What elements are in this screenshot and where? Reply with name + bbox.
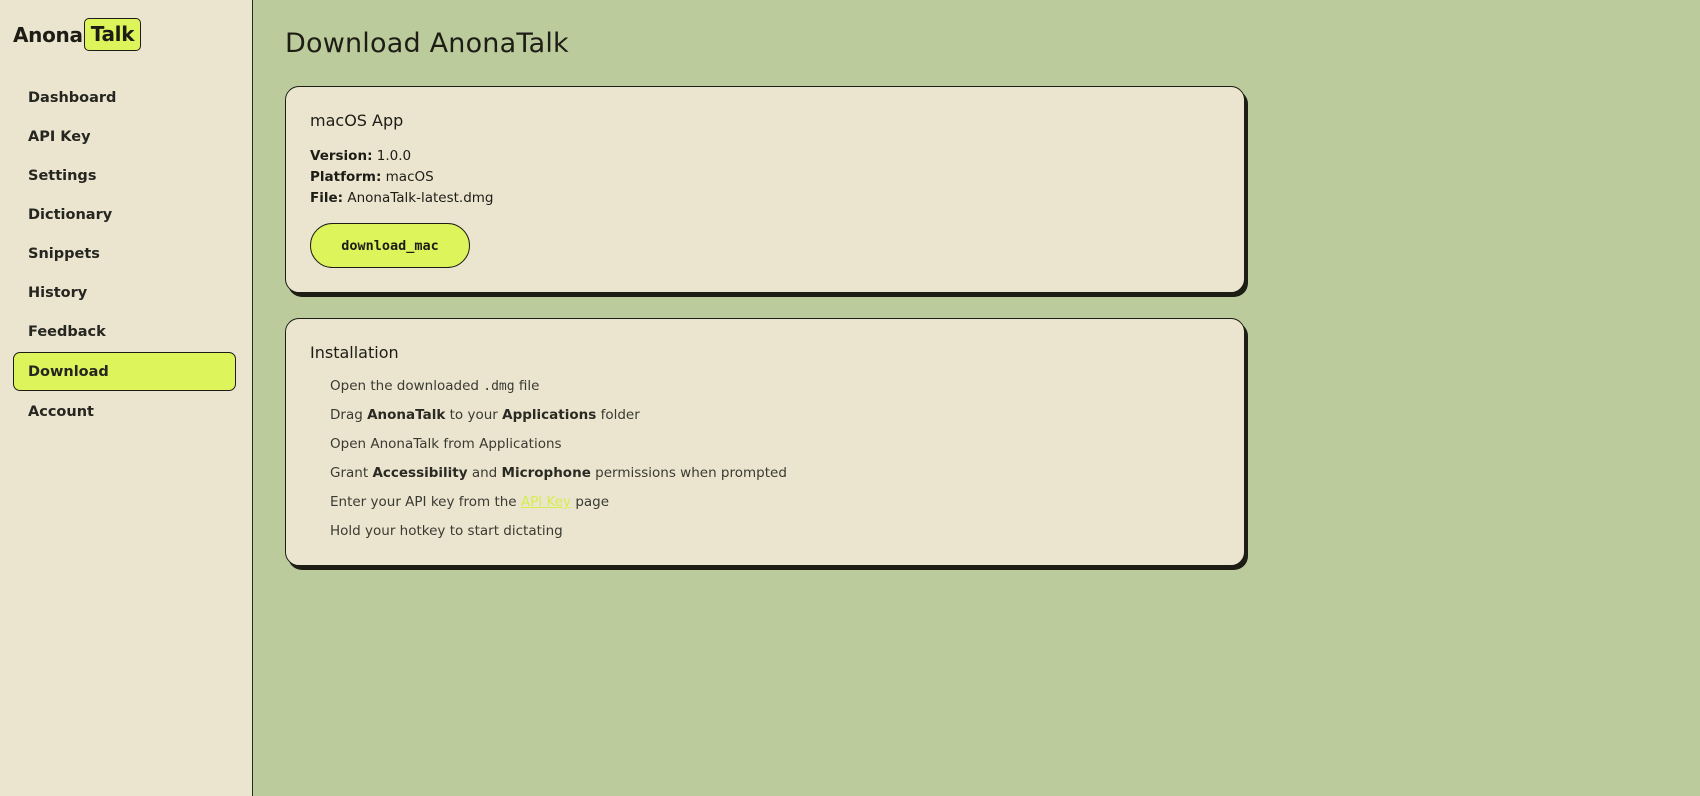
sidebar-item-snippets[interactable]: Snippets: [13, 234, 236, 273]
step-text: Drag: [330, 407, 368, 423]
page-title: Download AnonaTalk: [285, 28, 569, 59]
api-key-link[interactable]: API Key: [521, 494, 571, 510]
step-text: permissions when prompted: [590, 465, 787, 481]
step-text: Hold your hotkey to start dictating: [330, 523, 563, 539]
brand-name-part2: Talk: [83, 18, 142, 51]
platform-row: Platform: macOS: [310, 167, 493, 188]
brand-logo[interactable]: Anona Talk: [13, 18, 142, 51]
sidebar: Anona Talk Dashboard API Key Settings Di…: [0, 0, 253, 796]
step-text: Open the downloaded: [330, 378, 484, 394]
macos-app-card: macOS App Version: 1.0.0 Platform: macOS…: [285, 86, 1245, 293]
step-code: .dmg: [483, 379, 515, 394]
installation-steps: Open the downloaded .dmg file Drag Anona…: [330, 376, 787, 550]
step-text: file: [514, 378, 540, 394]
sidebar-item-history[interactable]: History: [13, 273, 236, 312]
download-mac-button[interactable]: download_mac: [310, 223, 470, 268]
sidebar-item-feedback[interactable]: Feedback: [13, 312, 236, 351]
list-item: Drag AnonaTalk to your Applications fold…: [330, 405, 787, 434]
card-title: macOS App: [310, 111, 404, 130]
version-value: 1.0.0: [376, 148, 412, 164]
step-text: folder: [596, 407, 640, 423]
step-text: and: [467, 465, 502, 481]
platform-label: Platform:: [310, 169, 382, 185]
sidebar-item-account[interactable]: Account: [13, 392, 236, 431]
list-item: Open AnonaTalk from Applications: [330, 434, 787, 463]
brand-name-part1: Anona: [13, 22, 83, 47]
card-title: Installation: [310, 343, 399, 362]
step-text: page: [571, 494, 610, 510]
sidebar-item-dashboard[interactable]: Dashboard: [13, 78, 236, 117]
step-text: to your: [445, 407, 503, 423]
step-emphasis: AnonaTalk: [367, 407, 446, 423]
sidebar-item-settings[interactable]: Settings: [13, 156, 236, 195]
file-label: File:: [310, 190, 344, 206]
file-row: File: AnonaTalk-latest.dmg: [310, 188, 493, 209]
step-emphasis: Applications: [502, 407, 597, 423]
step-text: Grant: [330, 465, 373, 481]
list-item: Enter your API key from the API Key page: [330, 492, 787, 521]
sidebar-item-download[interactable]: Download: [13, 352, 236, 391]
list-item: Open the downloaded .dmg file: [330, 376, 787, 405]
app-info: Version: 1.0.0 Platform: macOS File: Ano…: [310, 146, 493, 209]
platform-value: macOS: [385, 169, 434, 185]
version-label: Version:: [310, 148, 373, 164]
step-emphasis: Accessibility: [372, 465, 468, 481]
list-item: Grant Accessibility and Microphone permi…: [330, 463, 787, 492]
installation-card: Installation Open the downloaded .dmg fi…: [285, 318, 1245, 566]
sidebar-item-api-key[interactable]: API Key: [13, 117, 236, 156]
step-emphasis: Microphone: [501, 465, 591, 481]
sidebar-nav: Dashboard API Key Settings Dictionary Sn…: [13, 78, 236, 431]
sidebar-item-dictionary[interactable]: Dictionary: [13, 195, 236, 234]
version-row: Version: 1.0.0: [310, 146, 493, 167]
file-value: AnonaTalk-latest.dmg: [347, 190, 494, 206]
step-text: Enter your API key from the: [330, 494, 521, 510]
list-item: Hold your hotkey to start dictating: [330, 521, 787, 550]
step-text: Open AnonaTalk from Applications: [330, 436, 562, 452]
